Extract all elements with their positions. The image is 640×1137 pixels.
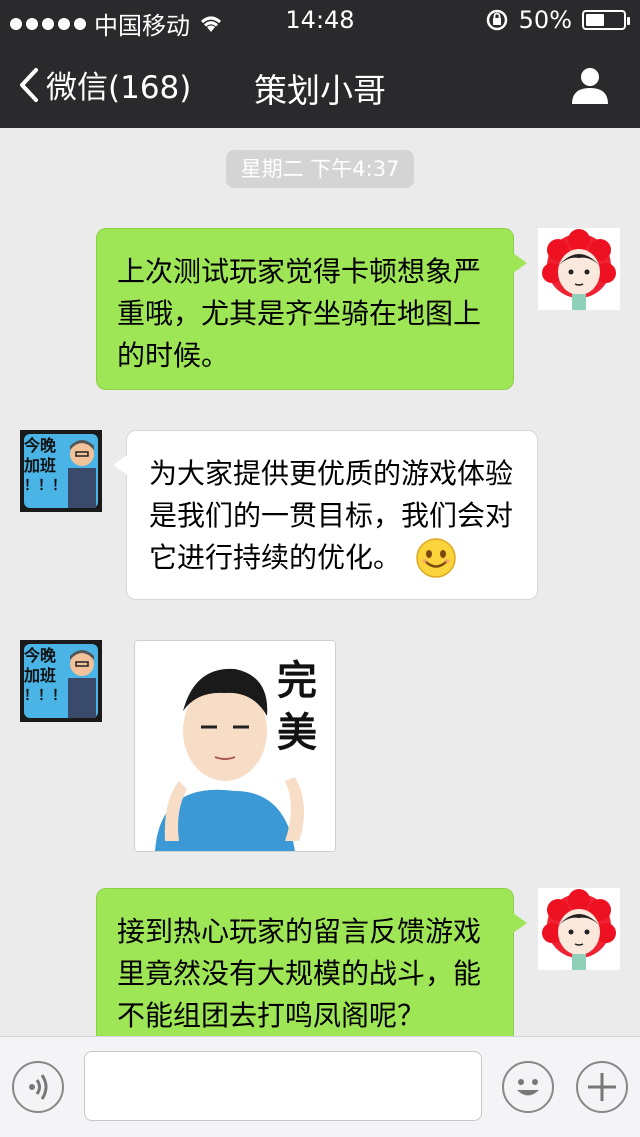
- message-line: 的时候。: [117, 339, 230, 372]
- message-line: 为大家提供更优质的游戏体验: [149, 457, 514, 490]
- plus-icon: [588, 1073, 616, 1101]
- avatar-text: ！！！: [24, 688, 66, 704]
- message-bubble-sent[interactable]: 接到热心玩家的留言反馈游戏 里竟然没有大规模的战斗，能 不能组团去打鸣凤阁呢？: [96, 888, 527, 1036]
- emoji-button[interactable]: [502, 1061, 554, 1113]
- avatar-text: 今晚: [24, 436, 57, 455]
- page-title: 策划小哥: [254, 71, 386, 110]
- voice-icon: [29, 1074, 48, 1100]
- avatar-text: 加班: [24, 456, 57, 475]
- profile-icon[interactable]: [570, 64, 610, 104]
- message-input[interactable]: [84, 1051, 482, 1121]
- battery-icon: [582, 10, 630, 30]
- message-line: 不能组团去打鸣凤阁呢？: [117, 999, 426, 1032]
- sticker-message[interactable]: 完美: [134, 640, 336, 852]
- contact-avatar[interactable]: 今晚 加班 ！！！: [20, 640, 102, 722]
- message-line: 重哦，尤其是齐坐骑在地图上: [117, 297, 482, 330]
- contact-avatar[interactable]: 今晚 加班 ！！！: [20, 430, 102, 512]
- avatar-text: 今晚: [24, 646, 57, 665]
- my-avatar[interactable]: [538, 888, 620, 970]
- my-avatar[interactable]: [538, 228, 620, 310]
- nav-bar: 微信(168) 策划小哥: [0, 40, 640, 128]
- message-bubble-received[interactable]: 为大家提供更优质的游戏体验 是我们的一贯目标，我们会对 它进行持续的优化。: [113, 430, 538, 600]
- add-button[interactable]: [576, 1061, 628, 1113]
- status-bar: 中国移动 14:48 50%: [0, 0, 640, 40]
- message-bubble-sent[interactable]: 上次测试玩家觉得卡顿想象严 重哦，尤其是齐坐骑在地图上 的时候。: [96, 228, 527, 390]
- emoji-icon: [517, 1079, 539, 1096]
- message-line: 它进行持续的优化。: [149, 541, 402, 574]
- message-line: 接到热心玩家的留言反馈游戏: [117, 915, 482, 948]
- smile-emoji-icon: [416, 538, 456, 578]
- rotation-lock-icon: [486, 9, 507, 31]
- chat-area[interactable]: 星期二 下午4:37 上次测试玩家觉得卡顿想象严 重哦，尤其是齐坐骑在地图上 的…: [0, 128, 640, 1036]
- input-bar: [0, 1036, 640, 1137]
- message-line: 上次测试玩家觉得卡顿想象严: [117, 255, 482, 288]
- battery-percent: 50%: [518, 6, 572, 34]
- sticker-caption: 完美: [277, 658, 317, 756]
- voice-button[interactable]: [12, 1061, 64, 1113]
- message-line: 是我们的一贯目标，我们会对: [149, 499, 514, 532]
- timestamp-divider: 星期二 下午4:37: [226, 150, 414, 188]
- status-right-group: 50%: [485, 6, 630, 34]
- message-line: 里竟然没有大规模的战斗，能: [117, 957, 482, 990]
- avatar-text: 加班: [24, 666, 57, 685]
- avatar-text: ！！！: [24, 478, 66, 494]
